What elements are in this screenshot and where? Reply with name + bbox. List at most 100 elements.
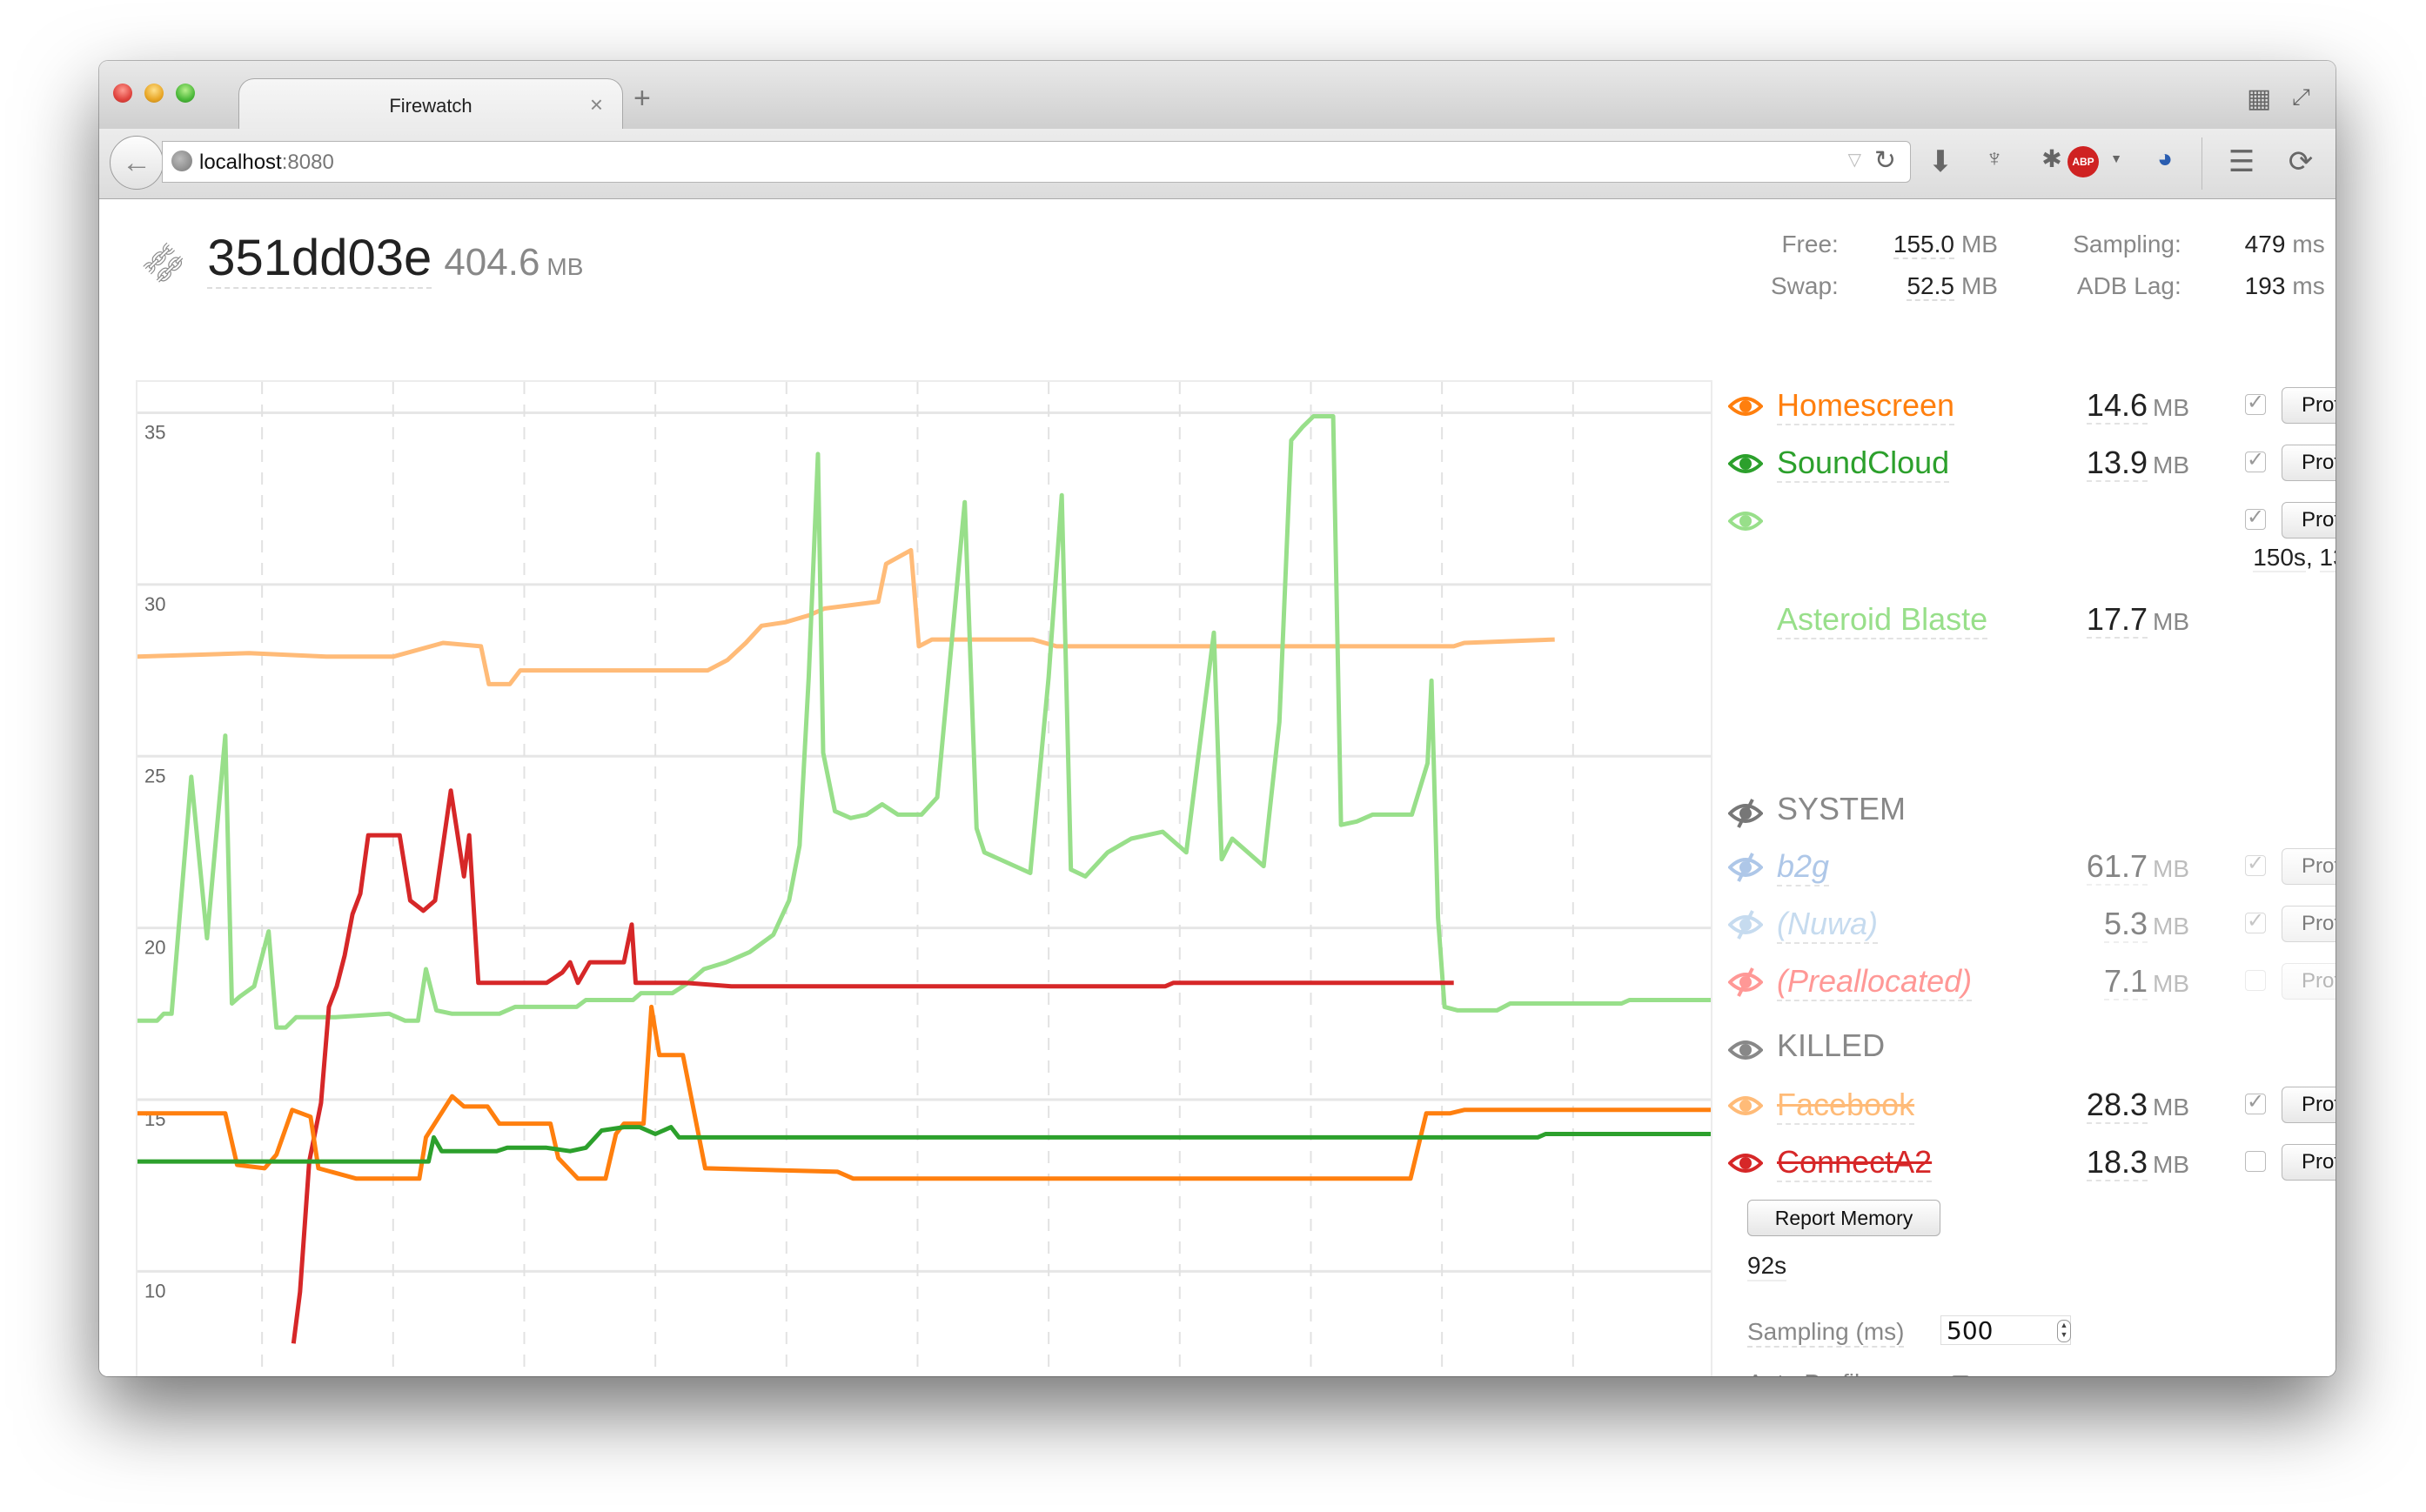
url-host: localhost xyxy=(199,151,282,174)
profile-checkbox[interactable] xyxy=(2245,970,2266,991)
process-name[interactable]: Asteroid Blaste xyxy=(1777,601,1988,639)
profile-button[interactable]: Profile xyxy=(2282,848,2336,885)
process-memory-unit: MB xyxy=(2153,394,2189,421)
process-memory-unit: MB xyxy=(2153,970,2189,997)
process-memory-value: 13.9 xyxy=(2086,445,2148,482)
process-name[interactable]: SoundCloud xyxy=(1777,445,1950,483)
process-memory: 13.9 MB xyxy=(1998,445,2189,482)
y-tick-label: 30 xyxy=(144,593,165,615)
swap-value: 52.5 xyxy=(1907,272,1954,301)
report-time[interactable]: 92s xyxy=(1747,1252,1787,1281)
tab-close-icon[interactable]: × xyxy=(590,91,603,118)
eye-slash-icon[interactable] xyxy=(1727,852,1764,883)
lamp-icon[interactable]: ♆ xyxy=(1975,144,2014,172)
process-name[interactable]: ConnectA2 xyxy=(1777,1144,1933,1182)
profile-checkbox[interactable]: ✓ xyxy=(2245,911,2266,933)
profile-button[interactable]: Profile xyxy=(2282,445,2336,481)
minimize-window-button[interactable] xyxy=(144,84,164,103)
y-tick-label: 10 xyxy=(144,1280,165,1301)
device-memory-unit: MB xyxy=(546,253,584,280)
adblock-dropdown-icon[interactable]: ▼ xyxy=(2097,151,2135,165)
report-memory-button[interactable]: Report Memory xyxy=(1747,1200,1940,1236)
process-memory-unit: MB xyxy=(2153,855,2189,882)
eye-slash-icon[interactable] xyxy=(1727,798,1764,829)
download-icon[interactable]: ⬇ xyxy=(1921,144,1960,179)
url-history-dropdown-icon[interactable]: ▽ xyxy=(1848,149,1861,171)
process-name[interactable]: Homescreen xyxy=(1777,387,1955,425)
eye-icon[interactable] xyxy=(1727,1090,1764,1121)
swap-label: Swap: xyxy=(1770,272,1839,299)
fullscreen-icon[interactable]: ⤢ xyxy=(2292,84,2310,111)
process-memory-value: 7.1 xyxy=(2103,963,2148,1000)
sampling-stat-unit: ms xyxy=(2292,231,2325,258)
close-window-button[interactable] xyxy=(113,84,132,103)
device-name[interactable]: 351dd03e xyxy=(207,229,432,289)
series-line-facebook xyxy=(137,547,1555,686)
memory-chart-svg: 10152025303580s 90s 100s 110s 120s 130s 140s 15… xyxy=(137,382,1711,1376)
process-name[interactable]: Facebook xyxy=(1777,1087,1915,1125)
link-icon[interactable]: ⛓ xyxy=(136,236,192,292)
url-port: :8080 xyxy=(281,151,334,174)
profile-button[interactable]: Profile xyxy=(2282,1144,2336,1181)
asterisk-extension-icon[interactable]: ✱ xyxy=(2033,144,2071,173)
profile-checkbox[interactable]: ✓ xyxy=(2245,507,2266,530)
y-tick-label: 20 xyxy=(144,937,165,959)
process-memory-unit: MB xyxy=(2153,452,2189,478)
title-bar: Firewatch × + ▦ ⤢ xyxy=(99,61,2336,130)
process-name[interactable]: (Nuwa) xyxy=(1777,906,1879,944)
adblock-plus-icon[interactable]: ABP xyxy=(2067,146,2099,177)
sync-icon[interactable]: ⟳ xyxy=(2282,144,2320,179)
globe-icon xyxy=(171,151,192,171)
eye-icon[interactable] xyxy=(1727,391,1764,422)
profile-time-link[interactable]: 131s xyxy=(2319,544,2336,572)
profile-button[interactable]: Profile xyxy=(2282,1087,2336,1123)
menu-icon[interactable]: ☰ xyxy=(2222,144,2261,179)
profile-checkbox[interactable]: ✓ xyxy=(2245,1092,2266,1114)
profile-time-link[interactable]: 150s xyxy=(2253,544,2306,572)
swap-unit: MB xyxy=(1960,272,1998,299)
adb-lag-value: 193 xyxy=(2244,272,2286,299)
profile-checkbox[interactable]: ✓ xyxy=(2245,853,2266,876)
process-memory-value: 18.3 xyxy=(2086,1144,2148,1181)
system-section-title: SYSTEM xyxy=(1777,791,1907,826)
eye-icon[interactable] xyxy=(1727,1034,1764,1066)
eye-icon[interactable] xyxy=(1727,448,1764,479)
process-memory: 18.3 MB xyxy=(1998,1144,2189,1181)
y-tick-label: 25 xyxy=(144,765,165,786)
profile-checkbox[interactable]: ✓ xyxy=(2245,392,2266,415)
auto-profile-checkbox[interactable] xyxy=(1951,1375,1970,1376)
url-bar[interactable]: localhost:8080 ▽ ↻ xyxy=(162,141,1911,183)
url-text[interactable]: localhost:8080 xyxy=(199,151,334,175)
tab-groups-icon[interactable]: ▦ xyxy=(2247,84,2271,114)
profile-checkbox[interactable]: ✓ xyxy=(2245,450,2266,472)
series-line-connecta2 xyxy=(291,788,1454,1344)
tab-firewatch[interactable]: Firewatch × xyxy=(238,78,623,130)
profile-button[interactable]: Profile xyxy=(2282,906,2336,942)
adb-lag-unit: ms xyxy=(2292,272,2325,299)
profile-times: 150s, 131s, 74s xyxy=(2240,537,2336,620)
adb-lag-label: ADB Lag: xyxy=(2076,272,2181,299)
navigation-bar: ← localhost:8080 ▽ ↻ ⬇ ♆ ✱ ABP ▼ ◕ ☰ ⟳ xyxy=(99,129,2336,199)
profile-button[interactable]: Profile xyxy=(2282,502,2336,539)
profile-button[interactable]: Profile xyxy=(2282,963,2336,1000)
firefox-logo-icon[interactable]: ◕ xyxy=(2146,144,2184,174)
process-memory: 61.7 MB xyxy=(1998,848,2189,886)
profile-button[interactable]: Profile xyxy=(2282,387,2336,424)
profile-checkbox[interactable] xyxy=(2245,1151,2266,1172)
sampling-ms-input[interactable] xyxy=(1940,1315,2071,1345)
process-memory-value: 17.7 xyxy=(2086,601,2148,639)
process-name[interactable]: b2g xyxy=(1777,848,1830,886)
zoom-window-button[interactable] xyxy=(176,84,195,103)
process-name[interactable]: (Preallocated) xyxy=(1777,963,1973,1001)
new-tab-button[interactable]: + xyxy=(633,82,651,116)
memory-chart: 10 15 20 25 30 35 80s 90s 100s 110s 120s 130s 140s 15… xyxy=(136,380,1712,1376)
eye-slash-icon[interactable] xyxy=(1727,967,1764,998)
legend-item: ConnectA2 18.3MB Profile xyxy=(1727,1142,2336,1186)
eye-icon[interactable] xyxy=(1727,1147,1764,1179)
eye-icon[interactable] xyxy=(1727,505,1764,537)
process-memory-unit: MB xyxy=(2153,1094,2189,1121)
eye-slash-icon[interactable] xyxy=(1727,909,1764,940)
reload-icon[interactable]: ↻ xyxy=(1874,145,1896,176)
sampling-stepper[interactable]: ▲ ▼ xyxy=(2057,1320,2071,1342)
back-button[interactable]: ← xyxy=(110,136,164,190)
